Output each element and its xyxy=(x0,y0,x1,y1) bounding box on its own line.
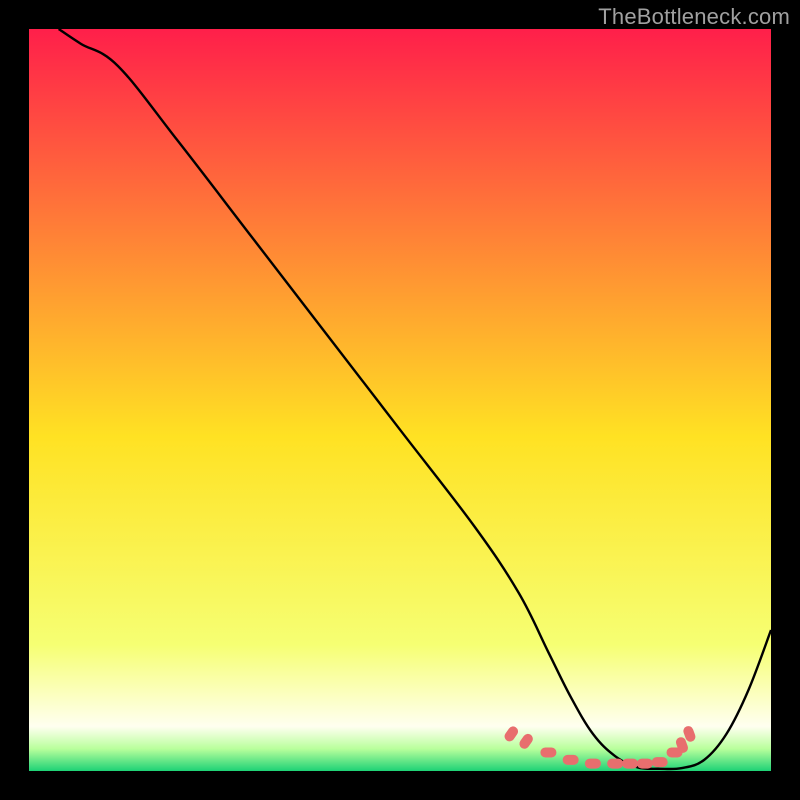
plot-area xyxy=(29,29,771,771)
marker-dash xyxy=(585,759,601,769)
marker-dash xyxy=(563,755,579,765)
chart-frame: TheBottleneck.com xyxy=(0,0,800,800)
plot-svg xyxy=(29,29,771,771)
marker-dash xyxy=(540,747,556,757)
marker-dash xyxy=(637,759,653,769)
marker-dash xyxy=(607,759,623,769)
watermark-text: TheBottleneck.com xyxy=(598,4,790,30)
gradient-background xyxy=(29,29,771,771)
marker-dash xyxy=(622,759,638,769)
marker-dash xyxy=(652,757,668,767)
